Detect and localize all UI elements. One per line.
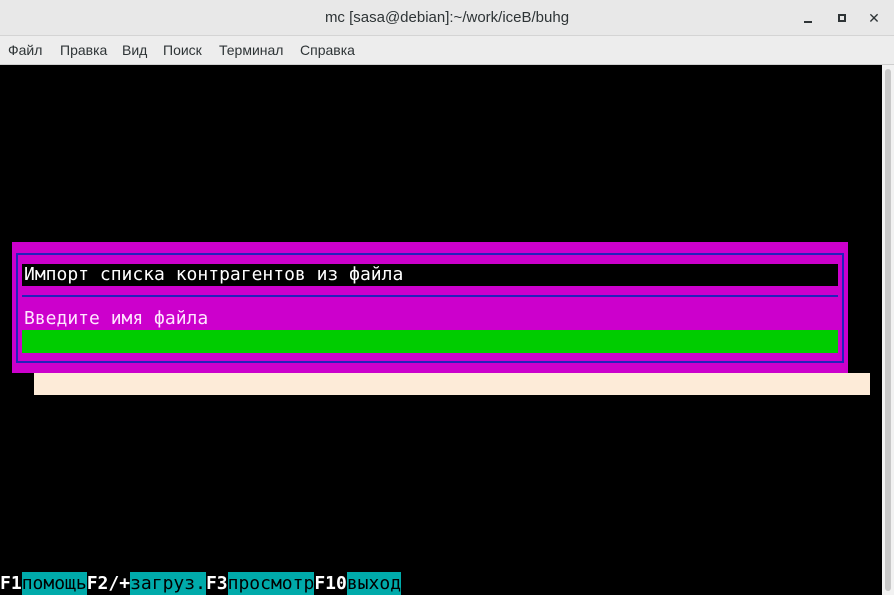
fkey-exit-key: F10 (314, 573, 347, 594)
filename-prompt: Введите имя файла (24, 308, 209, 329)
fkey-help-key: F1 (0, 573, 22, 594)
menu-edit[interactable]: Правка (60, 42, 107, 58)
window-titlebar: mc [sasa@debian]:~/work/iceB/buhg ✕ (0, 0, 894, 36)
menubar: Файл Правка Вид Поиск Терминал Справка (0, 36, 894, 65)
fkey-load-label: загруз. (130, 572, 206, 595)
dialog-separator (22, 295, 838, 297)
function-key-bar: F1 помощь F2/+ загруз. F3 просмотр F10 в… (0, 572, 402, 595)
menu-help[interactable]: Справка (300, 42, 355, 58)
fkey-view-key: F3 (205, 573, 228, 594)
minimize-icon[interactable] (798, 8, 818, 28)
maximize-icon[interactable] (832, 8, 852, 28)
dialog-title: Импорт списка контрагентов из файла (22, 264, 838, 286)
menu-search[interactable]: Поиск (163, 42, 202, 58)
menu-view[interactable]: Вид (122, 42, 147, 58)
fkey-view[interactable]: F3 просмотр (205, 572, 315, 595)
menu-file[interactable]: Файл (8, 42, 42, 58)
import-dialog: Импорт списка контрагентов из файла Введ… (12, 242, 848, 373)
fkey-help-label: помощь (21, 572, 87, 595)
scrollbar[interactable] (882, 65, 894, 595)
scrollbar-thumb[interactable] (885, 69, 891, 591)
terminal-area[interactable]: Импорт списка контрагентов из файла Введ… (0, 65, 882, 595)
dialog-shadow (34, 373, 870, 395)
fkey-exit-label: выход (346, 572, 402, 595)
fkey-load[interactable]: F2/+ загруз. (87, 572, 206, 595)
fkey-help[interactable]: F1 помощь (0, 572, 87, 595)
menu-terminal[interactable]: Терминал (219, 42, 283, 58)
close-icon[interactable]: ✕ (864, 8, 884, 28)
fkey-view-label: просмотр (227, 572, 315, 595)
window-title: mc [sasa@debian]:~/work/iceB/buhg (324, 9, 570, 26)
fkey-load-key: F2/+ (86, 573, 131, 594)
fkey-exit[interactable]: F10 выход (314, 572, 402, 595)
filename-input[interactable] (22, 330, 838, 353)
